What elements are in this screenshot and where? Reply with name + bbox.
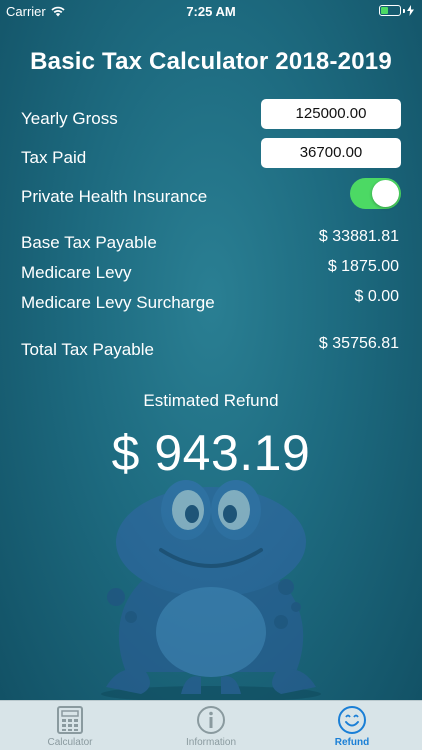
tax-paid-label: Tax Paid [21,148,87,167]
info-icon [197,706,225,734]
toggle-knob [372,180,399,207]
frog-mascot [101,480,321,700]
medicare-surcharge-label: Medicare Levy Surcharge [21,293,215,312]
charging-bolt-icon [407,5,414,16]
smiley-icon [338,706,366,734]
battery-indicator [379,5,414,16]
tab-calculator[interactable]: Calculator [0,701,140,750]
yearly-gross-label: Yearly Gross [21,109,118,128]
battery-icon [379,5,401,16]
private-health-toggle[interactable] [350,178,401,209]
tab-refund-label: Refund [334,737,370,748]
total-tax-value: $ 35756.81 [318,335,399,352]
medicare-surcharge-value: $ 0.00 [354,288,399,305]
medicare-levy-label: Medicare Levy [21,263,132,282]
total-tax-label: Total Tax Payable [21,340,154,359]
yearly-gross-input[interactable]: 125000.00 [261,99,401,129]
status-bar: Carrier 7:25 AM [0,0,422,22]
medicare-levy-value: $ 1875.00 [327,258,399,275]
page-title: Basic Tax Calculator 2018-2019 [30,48,392,75]
base-tax-label: Base Tax Payable [21,233,157,252]
calculator-icon [57,706,83,734]
tab-information[interactable]: Information [141,701,281,750]
private-health-label: Private Health Insurance [21,187,208,206]
status-time: 7:25 AM [186,4,236,19]
refund-label: Estimated Refund [143,391,279,410]
base-tax-value: $ 33881.81 [318,228,399,245]
tax-paid-input[interactable]: 36700.00 [261,138,401,168]
tab-refund[interactable]: Refund [282,701,422,750]
tab-information-label: Information [185,737,237,748]
tab-bar: Calculator Information Refund [0,700,422,750]
tab-calculator-label: Calculator [47,737,93,748]
